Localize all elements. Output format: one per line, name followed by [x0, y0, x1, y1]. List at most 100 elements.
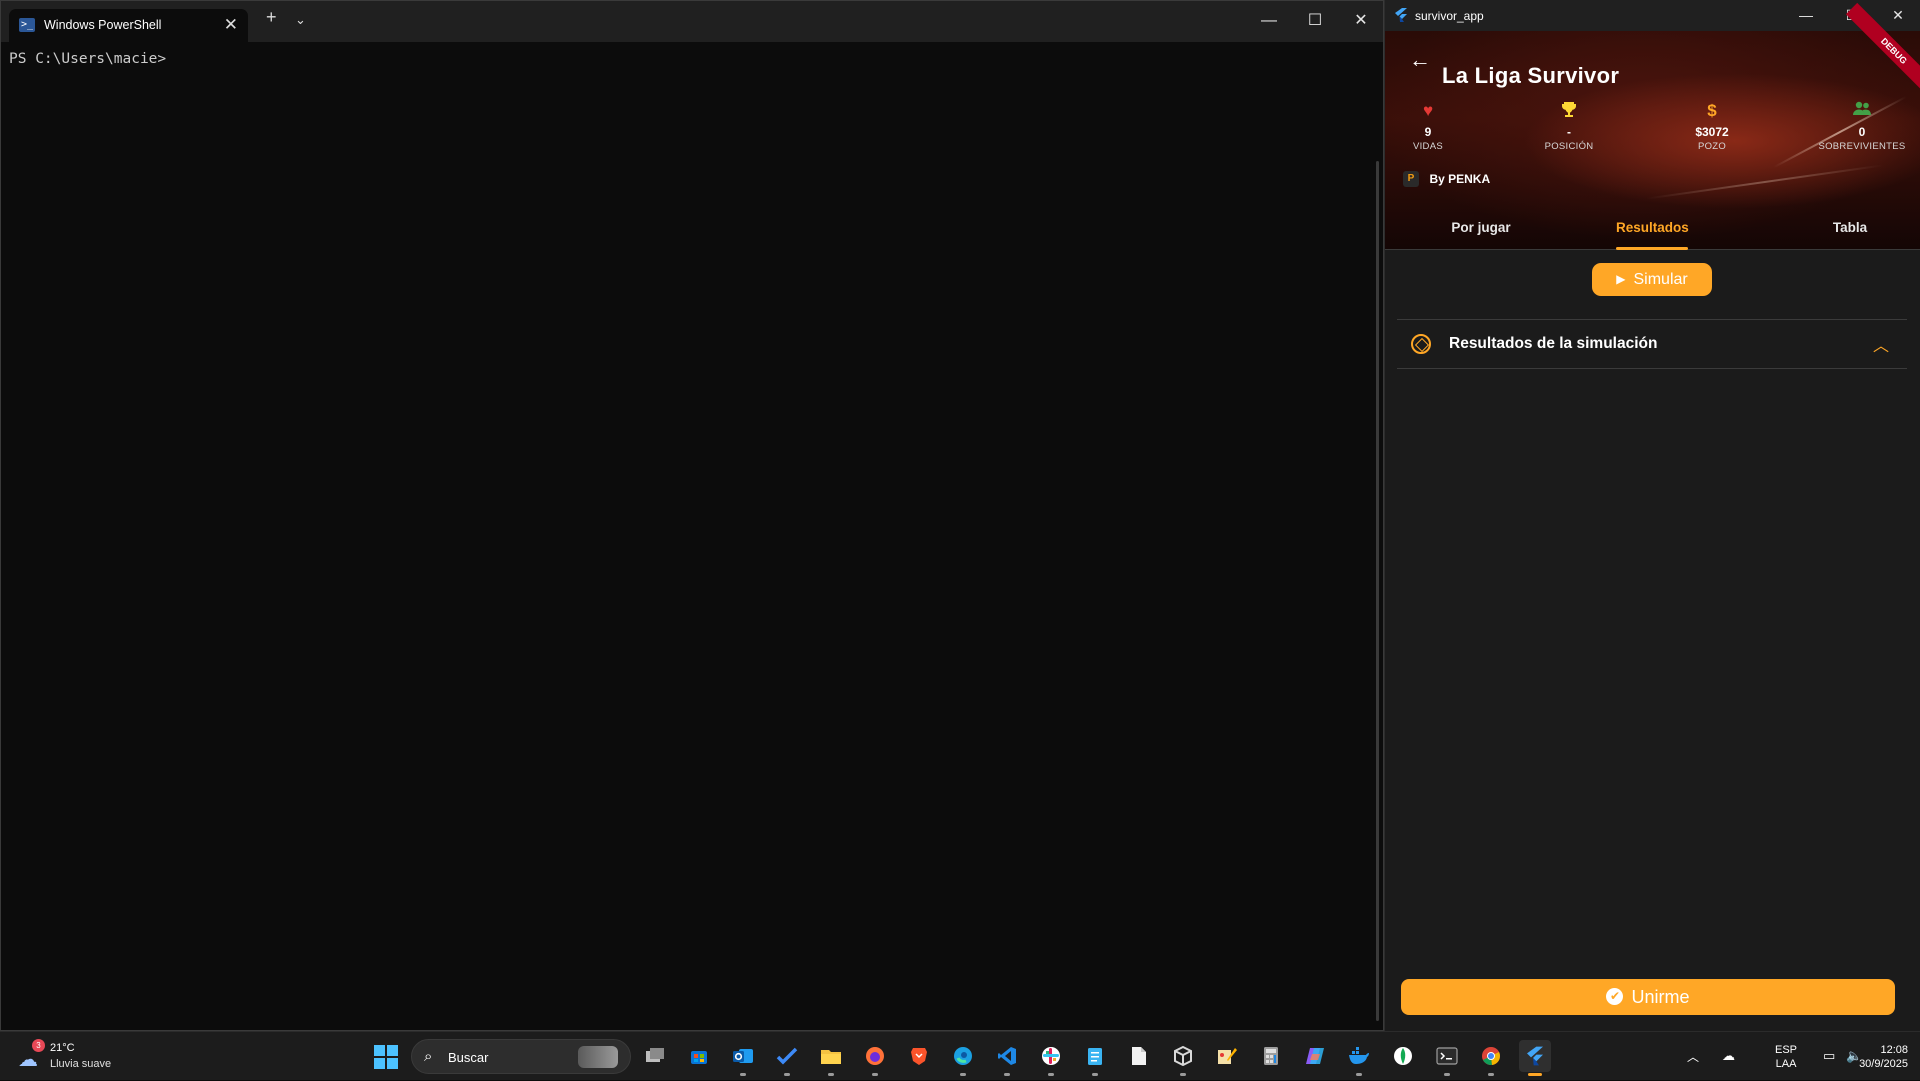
microsoft-store-icon[interactable]: [683, 1040, 715, 1072]
penka-logo-icon: P: [1403, 170, 1419, 187]
running-indicator: [1488, 1073, 1494, 1076]
tab-bar: Por jugar Resultados Tabla: [1385, 213, 1920, 250]
network-icon[interactable]: ▭: [1823, 1048, 1835, 1064]
search-placeholder: Buscar: [448, 1050, 489, 1065]
chevron-up-icon[interactable]: ︿: [1687, 1048, 1699, 1065]
tab-tabla[interactable]: Tabla: [1805, 213, 1895, 250]
brave-icon[interactable]: [903, 1040, 935, 1072]
copilot-icon[interactable]: [1299, 1040, 1331, 1072]
league-header: DEBUG ← La Liga Survivor ♥ 9 VIDAS - POS…: [1385, 2, 1920, 250]
survivor-app-window: survivor_app — ☐ ✕ DEBUG ← La Liga Survi…: [1384, 0, 1920, 1031]
join-button[interactable]: ✔ Unirme: [1401, 979, 1895, 1015]
minimize-button[interactable]: —: [1246, 1, 1292, 41]
maximize-button[interactable]: ☐: [1292, 1, 1338, 41]
slack-icon[interactable]: [1035, 1040, 1067, 1076]
powershell-tab-title: Windows PowerShell: [44, 18, 162, 32]
dollar-icon: $: [1707, 101, 1717, 120]
system-tray: ︿ ☁ ESP LAA ▭ 🔈 12:08 30/9/2025: [1660, 1032, 1920, 1081]
file-explorer-icon[interactable]: [815, 1040, 847, 1076]
outlook-icon[interactable]: [727, 1040, 759, 1076]
running-indicator: [1528, 1073, 1542, 1076]
league-title: La Liga Survivor: [1442, 63, 1620, 88]
soccer-ball-icon: [1411, 334, 1431, 354]
heart-icon: ♥: [1422, 101, 1434, 120]
weather-condition: Lluvia suave: [50, 1058, 112, 1070]
running-indicator: [960, 1073, 966, 1076]
stadium-lights-decoration: [1646, 164, 1884, 200]
app-minimize-button[interactable]: —: [1783, 0, 1829, 31]
running-indicator: [1004, 1073, 1010, 1076]
terminal-prompt[interactable]: PS C:\Users\macie>: [9, 51, 166, 67]
powershell-titlebar: >_ Windows PowerShell ✕ + ⌄ — ☐ ✕: [1, 1, 1383, 42]
start-button[interactable]: [374, 1045, 398, 1069]
simulate-label: Simular: [1633, 271, 1688, 288]
taskbar-search[interactable]: ⌕ Buscar: [411, 1039, 631, 1074]
calculator-icon[interactable]: [1255, 1040, 1287, 1072]
todo-icon[interactable]: [771, 1040, 803, 1076]
paint-icon[interactable]: [1211, 1040, 1243, 1072]
notepad-icon[interactable]: [1079, 1040, 1111, 1076]
terminal-icon[interactable]: [1431, 1040, 1463, 1076]
back-arrow-icon[interactable]: ←: [1405, 46, 1435, 74]
stat-pot-value: $3072: [1695, 125, 1729, 139]
search-icon: ⌕: [424, 1048, 433, 1065]
simulation-results-panel[interactable]: Resultados de la simulación ︿: [1397, 319, 1907, 369]
close-tab-icon[interactable]: ✕: [224, 15, 238, 35]
running-indicator: [1180, 1073, 1186, 1076]
tab-resultados[interactable]: Resultados: [1616, 213, 1689, 250]
app-close-button[interactable]: ✕: [1875, 0, 1920, 31]
running-indicator: [872, 1073, 878, 1076]
organizer-row: P By PENKA: [1403, 170, 1490, 190]
simulate-button[interactable]: ▶ Simular: [1592, 263, 1712, 296]
simulation-results-title: Resultados de la simulación: [1449, 335, 1658, 352]
powershell-icon: >_: [19, 18, 35, 32]
mongodb-compass-icon[interactable]: [1387, 1040, 1419, 1072]
close-button[interactable]: ✕: [1338, 1, 1384, 41]
language-indicator[interactable]: ESP LAA: [1775, 1043, 1797, 1071]
app-titlebar: survivor_app — ☐ ✕: [1385, 0, 1920, 31]
running-indicator: [1356, 1073, 1362, 1076]
docker-icon[interactable]: [1343, 1040, 1375, 1076]
virtualbox-icon[interactable]: [1167, 1040, 1199, 1076]
file-icon[interactable]: [1123, 1040, 1155, 1072]
weather-badge: 3: [32, 1039, 45, 1052]
app-window-title: survivor_app: [1415, 9, 1484, 23]
stat-survivors: 0 SOBREVIVIENTES: [1812, 101, 1912, 152]
flutter-app-icon[interactable]: [1519, 1040, 1551, 1076]
join-label: Unirme: [1631, 987, 1690, 1007]
flutter-icon: [1395, 8, 1407, 22]
powershell-window: >_ Windows PowerShell ✕ + ⌄ — ☐ ✕ PS C:\…: [0, 0, 1384, 1031]
check-circle-icon: ✔: [1606, 987, 1624, 1005]
stat-lives-label: VIDAS: [1412, 141, 1443, 152]
weather-temperature: 21°C: [50, 1042, 75, 1054]
new-tab-button[interactable]: +: [266, 7, 277, 28]
clock-date: 30/9/2025: [1859, 1058, 1908, 1070]
running-indicator: [1444, 1073, 1450, 1076]
chevron-up-icon[interactable]: ︿: [1873, 332, 1889, 356]
onedrive-icon[interactable]: ☁: [1722, 1048, 1735, 1064]
task-view-icon[interactable]: [639, 1040, 671, 1072]
language-top: ESP: [1775, 1044, 1798, 1056]
stat-pot-label: POZO: [1697, 141, 1727, 152]
taskbar: ☁ 3 21°C Lluvia suave ⌕ Buscar ︿ ☁ ESP L…: [0, 1031, 1920, 1080]
chrome-icon[interactable]: [1475, 1040, 1507, 1076]
vscode-icon[interactable]: [991, 1040, 1023, 1076]
firefox-icon[interactable]: [859, 1040, 891, 1076]
weather-widget[interactable]: ☁ 3 21°C Lluvia suave: [18, 1039, 128, 1073]
clock-time: 12:08: [1880, 1044, 1908, 1056]
tab-por-jugar[interactable]: Por jugar: [1431, 213, 1531, 250]
stat-position-label: POSICIÓN: [1544, 141, 1594, 152]
powershell-tab[interactable]: >_ Windows PowerShell ✕: [9, 9, 248, 42]
clock[interactable]: 12:08 30/9/2025: [1859, 1043, 1908, 1071]
running-indicator: [1092, 1073, 1098, 1076]
tab-dropdown-chevron-icon[interactable]: ⌄: [295, 12, 306, 28]
edge-icon[interactable]: [947, 1040, 979, 1076]
stat-survivors-label: SOBREVIVIENTES: [1818, 141, 1906, 152]
organizer-label: By PENKA: [1429, 171, 1491, 186]
search-highlight-image: [578, 1046, 618, 1068]
language-bottom: LAA: [1775, 1058, 1797, 1070]
stat-pot: $ $3072 POZO: [1662, 101, 1762, 152]
stat-position: - POSICIÓN: [1519, 101, 1619, 152]
stat-lives-value: 9: [1424, 125, 1432, 139]
terminal-scrollbar[interactable]: [1376, 161, 1379, 1021]
